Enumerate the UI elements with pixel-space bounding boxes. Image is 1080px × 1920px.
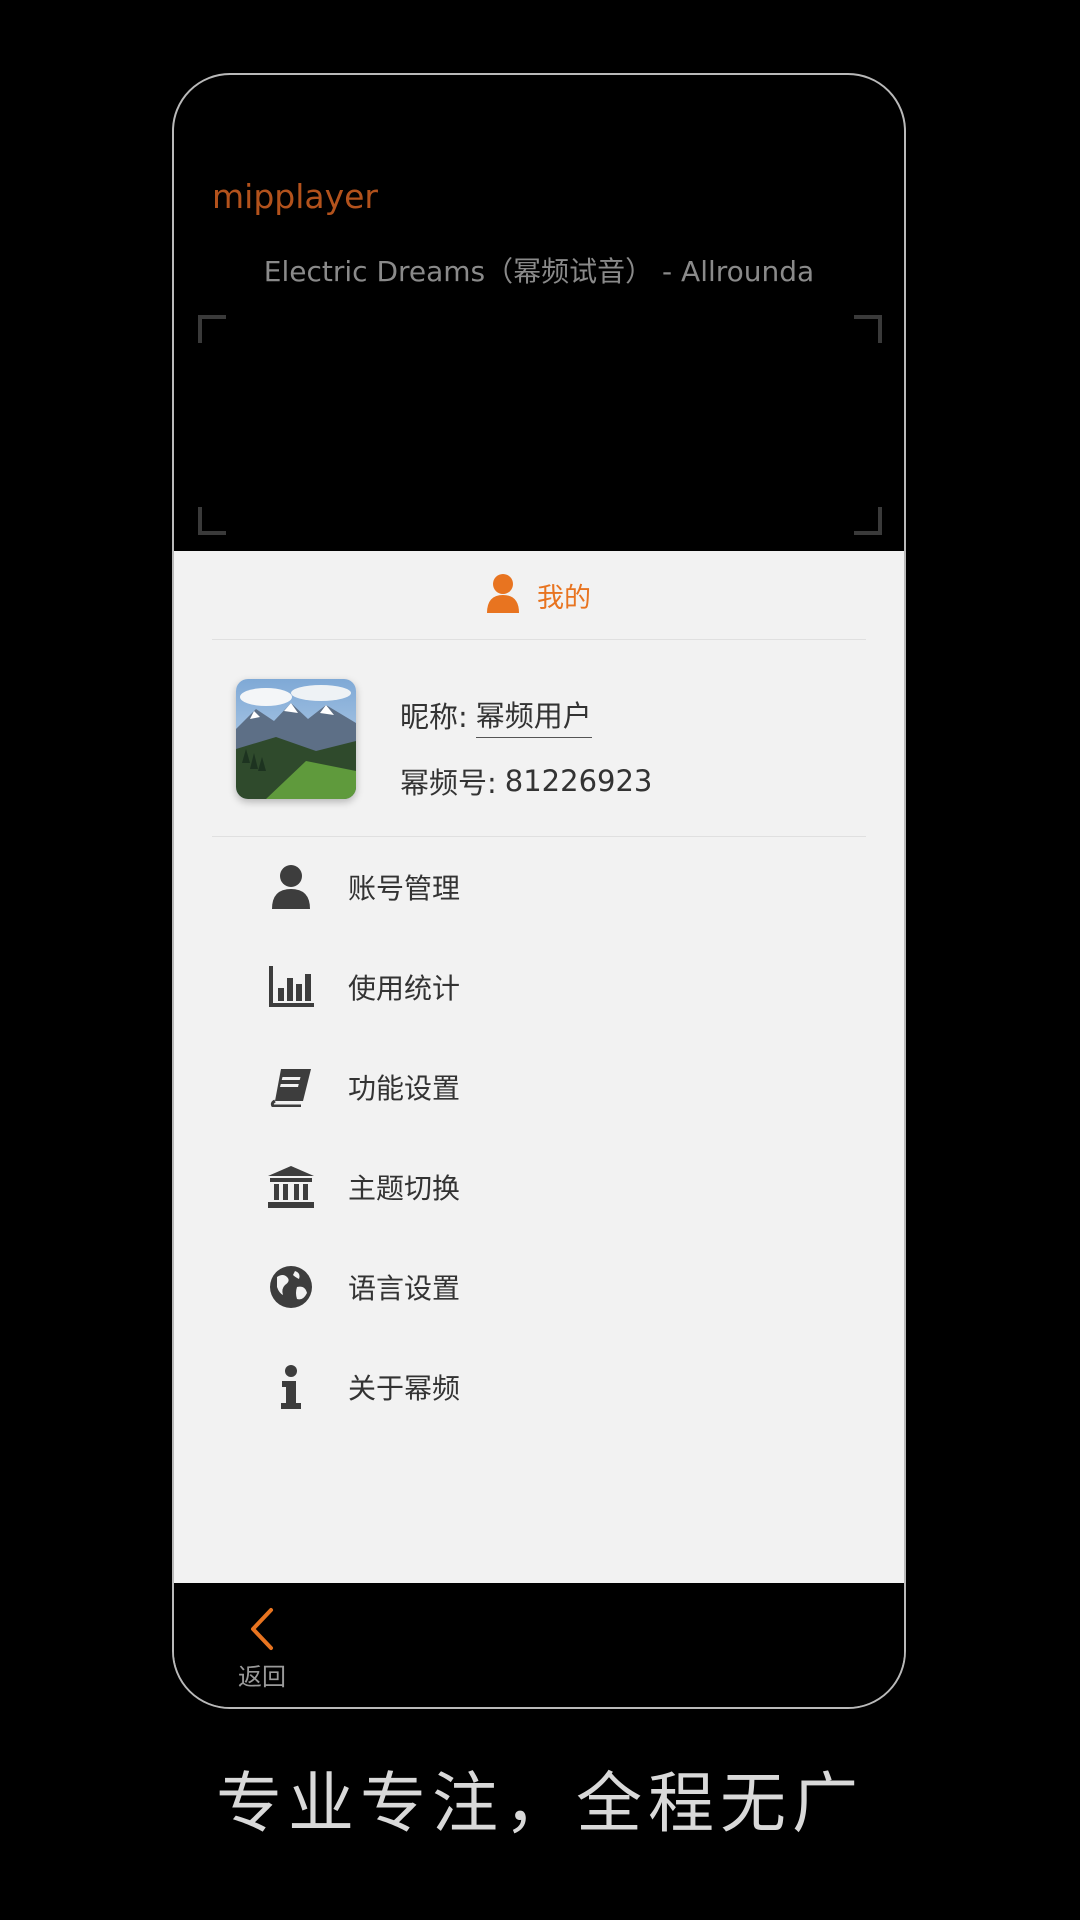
chevron-left-icon <box>247 1608 277 1655</box>
bottom-bar: 返回 <box>174 1583 904 1707</box>
menu-item-theme-switch[interactable]: 主题切换 <box>174 1137 904 1237</box>
globe-icon <box>268 1264 314 1310</box>
panel-title: 我的 <box>537 582 591 614</box>
profile-section: 昵称: 幂频用户 幂频号: 81226923 <box>212 640 866 837</box>
user-icon <box>268 864 314 910</box>
menu-item-feature-settings[interactable]: 功能设置 <box>174 1037 904 1137</box>
menu-item-label: 账号管理 <box>348 872 461 905</box>
avatar[interactable] <box>236 679 356 799</box>
menu-item-about[interactable]: 关于幂频 <box>174 1337 904 1437</box>
profile-info: 昵称: 幂频用户 幂频号: 81226923 <box>400 682 652 814</box>
book-icon <box>268 1064 314 1110</box>
menu-item-label: 使用统计 <box>348 972 461 1005</box>
nickname-value[interactable]: 幂频用户 <box>475 693 592 738</box>
info-icon <box>268 1364 314 1410</box>
menu-item-label: 功能设置 <box>348 1072 461 1105</box>
phone-frame: mipplayer Electric Dreams（幂频试音） - Allrou… <box>172 73 906 1709</box>
id-label: 幂频号: <box>400 766 497 800</box>
user-icon <box>487 573 519 617</box>
menu-item-label: 主题切换 <box>348 1172 461 1205</box>
back-button[interactable]: 返回 <box>232 1607 292 1692</box>
my-panel: 我的 昵称: 幂频用户 幂频号: 81226923 账号管理 使用统计 功能设置… <box>174 551 904 1583</box>
slogan-text: 专业专注，全程无广 <box>216 1765 864 1842</box>
viz-corner-top-right <box>854 315 882 343</box>
panel-header: 我的 <box>212 551 866 640</box>
track-title: Electric Dreams（幂频试音） - Allrounda <box>263 255 815 288</box>
menu-item-account[interactable]: 账号管理 <box>174 837 904 937</box>
menu-item-label: 语言设置 <box>348 1272 461 1305</box>
id-value: 81226923 <box>504 764 653 798</box>
brand-logo-text: mipplayer <box>212 177 378 216</box>
settings-menu: 账号管理 使用统计 功能设置 主题切换 语言设置 关于幂频 <box>174 837 904 1437</box>
back-label: 返回 <box>238 1663 286 1691</box>
bar-chart-icon <box>268 964 314 1010</box>
audio-visualizer <box>198 315 882 588</box>
viz-corner-top-left <box>198 315 226 343</box>
bank-icon <box>268 1164 314 1210</box>
menu-item-language[interactable]: 语言设置 <box>174 1237 904 1337</box>
menu-item-usage-stats[interactable]: 使用统计 <box>174 937 904 1037</box>
viz-corner-bottom-right <box>854 507 882 535</box>
nickname-label: 昵称: <box>400 700 468 734</box>
menu-item-label: 关于幂频 <box>348 1372 461 1405</box>
viz-corner-bottom-left <box>198 507 226 535</box>
